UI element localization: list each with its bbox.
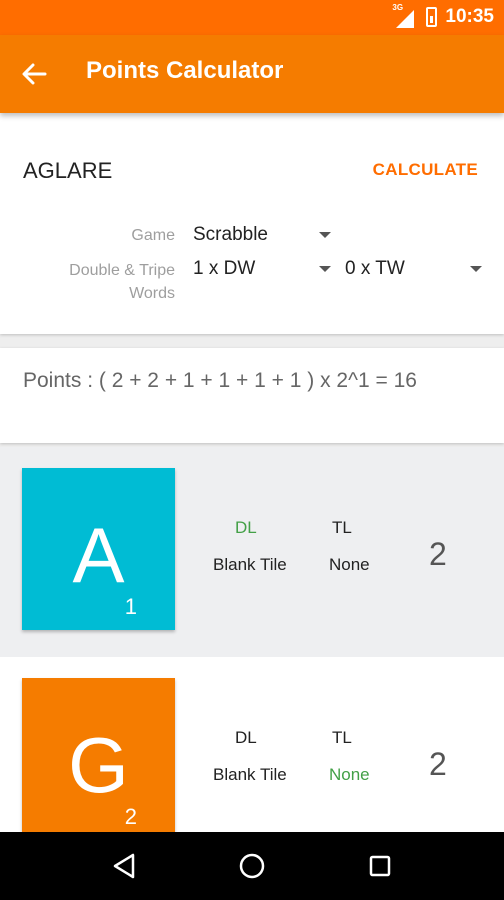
words-label-line2: Words [129,285,175,302]
input-card: AGLARE CALCULATE Game Scrabble Double & … [0,113,504,334]
triple-letter-toggle[interactable]: TL [332,728,352,748]
double-word-select[interactable]: 1 x DW [193,256,331,282]
tile-points: 2 [429,746,447,782]
recents-nav-button[interactable] [360,846,400,886]
clock: 10:35 [445,6,494,27]
double-letter-toggle[interactable]: DL [235,518,257,538]
dropdown-arrow-icon [470,266,482,272]
navigation-bar [0,832,504,900]
circle-home-icon [239,853,265,879]
dropdown-arrow-icon [319,232,331,238]
tile-score: 2 [124,804,137,829]
none-toggle[interactable]: None [329,555,370,575]
game-select[interactable]: Scrabble [193,222,331,248]
letter-tile: G 2 [22,678,175,840]
tile-score: 1 [124,594,137,619]
network-type: 3G [392,3,404,12]
arrow-left-icon [22,63,47,85]
home-nav-button[interactable] [232,846,272,886]
game-label: Game [131,227,175,244]
calculate-button[interactable]: CALCULATE [373,160,478,180]
dw-value: 1 x DW [193,258,256,279]
tile-row: A 1 DL TL Blank Tile None 2 [0,447,504,657]
back-nav-button[interactable] [104,846,144,886]
none-toggle[interactable]: None [329,765,370,785]
signal-icon: 3G [392,3,418,28]
status-bar: 3G 10:35 [0,0,504,35]
blank-tile-toggle[interactable]: Blank Tile [213,765,287,785]
tw-value: 0 x TW [345,258,405,279]
letter-tile: A 1 [22,468,175,630]
words-label-line1: Double & Tripe [69,262,175,279]
tile-points: 2 [429,536,447,572]
triple-word-select[interactable]: 0 x TW [345,256,482,282]
battery-icon [426,7,438,27]
double-triple-words-label: Double & Tripe Words [69,259,175,305]
triangle-back-icon [113,853,135,879]
square-recents-icon [369,855,391,877]
tile-letter: G [68,721,129,809]
back-button[interactable] [14,54,54,94]
game-value: Scrabble [193,224,268,245]
status-icons: 3G 10:35 [392,3,494,28]
points-formula: Points : ( 2 + 2 + 1 + 1 + 1 + 1 ) x 2^1… [23,369,417,392]
dropdown-arrow-icon [319,266,331,272]
double-letter-toggle[interactable]: DL [235,728,257,748]
tile-letter: A [72,511,125,599]
word-display: AGLARE [23,158,113,183]
app-bar: Points Calculator [0,35,504,113]
triple-letter-toggle[interactable]: TL [332,518,352,538]
page-title: Points Calculator [86,57,284,84]
blank-tile-toggle[interactable]: Blank Tile [213,555,287,575]
result-card: Points : ( 2 + 2 + 1 + 1 + 1 + 1 ) x 2^1… [0,348,504,443]
